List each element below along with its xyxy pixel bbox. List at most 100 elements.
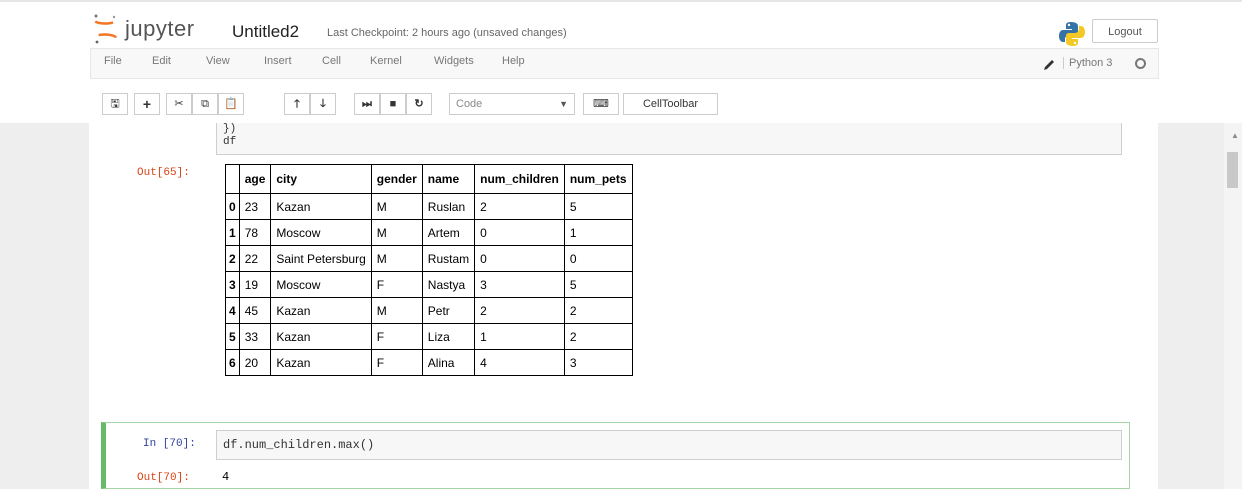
table-cell: 22	[238, 245, 272, 272]
copy-button[interactable]: ⧉	[192, 93, 218, 115]
menu-help[interactable]: Help	[502, 55, 525, 67]
table-cell: 19	[238, 271, 272, 298]
cut-button[interactable]: ✂	[166, 93, 192, 115]
table-cell: 20	[238, 349, 272, 376]
save-button[interactable]: 🖫	[102, 93, 128, 115]
table-cell: Kazan	[270, 193, 372, 220]
checkpoint-status: Last Checkpoint: 2 hours ago (unsaved ch…	[327, 27, 567, 39]
column-header: age	[238, 164, 272, 194]
menu-file[interactable]: File	[104, 55, 122, 67]
row-index: 5	[225, 323, 240, 350]
column-header: num_children	[474, 164, 565, 194]
row-index: 1	[225, 219, 240, 246]
row-index: 4	[225, 297, 240, 324]
table-cell: F	[370, 271, 423, 298]
table-row: 1 78 Moscow M Artem 0 1	[225, 219, 633, 246]
restart-button[interactable]: ↻	[406, 93, 432, 115]
header-top-border	[0, 0, 1242, 2]
table-row: 3 19 Moscow F Nastya 3 5	[225, 271, 633, 298]
table-cell: Artem	[421, 219, 476, 246]
out-prompt: Out[70]:	[137, 472, 190, 484]
table-row: 6 20 Kazan F Alina 4 3	[225, 349, 633, 376]
add-cell-icon: +	[142, 96, 152, 112]
column-header: gender	[370, 164, 423, 194]
cut-icon: ✂	[174, 98, 184, 110]
out-prompt: Out[65]:	[137, 167, 190, 179]
table-cell: 1	[563, 219, 633, 246]
paste-button[interactable]: 📋	[218, 93, 244, 115]
edit-mode-pencil-icon	[1044, 60, 1054, 70]
keyboard-icon: ⌨	[593, 98, 609, 110]
menu-view[interactable]: View	[206, 55, 230, 67]
logout-button[interactable]: Logout	[1092, 19, 1158, 43]
row-index: 6	[225, 349, 240, 376]
table-cell: 0	[474, 245, 565, 272]
table-cell: F	[370, 323, 423, 350]
table-cell: 3	[563, 349, 633, 376]
kernel-status-icon	[1135, 58, 1146, 69]
code-cell-input[interactable]: }) df	[216, 123, 1122, 155]
row-index: 3	[225, 271, 240, 298]
table-cell: 2	[474, 193, 565, 220]
table-cell: 5	[563, 271, 633, 298]
stop-button[interactable]: ■	[380, 93, 406, 115]
cell-type-value: Code	[456, 98, 483, 110]
table-cell: Moscow	[270, 219, 372, 246]
table-cell: Rustam	[421, 245, 476, 272]
code-line: })	[223, 123, 237, 135]
table-cell: 0	[474, 219, 565, 246]
move-down-button[interactable]: 🡓	[310, 93, 336, 115]
move-down-icon: 🡓	[320, 98, 326, 110]
menu-insert[interactable]: Insert	[264, 55, 292, 67]
in-prompt: In [70]:	[143, 438, 196, 450]
dataframe-table: age city gender name num_children num_pe…	[225, 164, 633, 376]
table-cell: 23	[238, 193, 272, 220]
table-cell: 3	[474, 271, 565, 298]
menu-bar	[90, 48, 1159, 79]
command-palette-button[interactable]: ⌨	[583, 93, 619, 115]
table-cell: Nastya	[421, 271, 476, 298]
cell-output: 4	[222, 470, 230, 484]
column-header	[225, 164, 240, 194]
table-cell: Ruslan	[421, 193, 476, 220]
scrollbar-thumb[interactable]	[1227, 152, 1238, 188]
menu-kernel[interactable]: Kernel	[370, 55, 402, 67]
save-icon: 🖫	[110, 98, 120, 110]
table-cell: F	[370, 349, 423, 376]
menu-edit[interactable]: Edit	[152, 55, 171, 67]
table-cell: Kazan	[270, 323, 372, 350]
column-header: name	[421, 164, 476, 194]
cell-type-select[interactable]: Code ▼	[449, 93, 575, 115]
table-row: 5 33 Kazan F Liza 1 2	[225, 323, 633, 350]
table-cell: Liza	[421, 323, 476, 350]
jupyter-logo-icon	[92, 14, 118, 44]
jupyter-logo-text[interactable]: jupyter	[125, 16, 195, 42]
menu-cell[interactable]: Cell	[322, 55, 341, 67]
table-cell: 78	[238, 219, 272, 246]
run-button[interactable]: ⏭	[354, 93, 380, 115]
move-up-button[interactable]: 🡑	[284, 93, 310, 115]
run-icon: ⏭	[362, 98, 372, 110]
table-cell: 2	[563, 323, 633, 350]
menu-widgets[interactable]: Widgets	[434, 55, 474, 67]
table-row: 2 22 Saint Petersburg M Rustam 0 0	[225, 245, 633, 272]
table-cell: Petr	[421, 297, 476, 324]
table-cell: M	[370, 219, 423, 246]
restart-icon: ↻	[414, 98, 424, 110]
kernel-name: Python 3	[1063, 57, 1112, 69]
table-cell: 45	[238, 297, 272, 324]
scroll-up-icon[interactable]: ▲	[1231, 131, 1239, 140]
paste-icon: 📋	[224, 98, 238, 110]
table-cell: 2	[474, 297, 565, 324]
stop-icon: ■	[389, 98, 397, 110]
add-cell-button[interactable]: +	[134, 93, 160, 115]
copy-icon: ⧉	[201, 98, 209, 110]
table-header-row: age city gender name num_children num_pe…	[225, 164, 633, 194]
table-cell: M	[370, 245, 423, 272]
notebook-name[interactable]: Untitled2	[232, 22, 299, 42]
table-cell: 1	[474, 323, 565, 350]
celltoolbar-button[interactable]: CellToolbar	[623, 93, 718, 115]
column-header: city	[270, 164, 372, 194]
table-cell: Saint Petersburg	[270, 245, 372, 272]
code-cell-input[interactable]: df.num_children.max()	[216, 430, 1122, 460]
